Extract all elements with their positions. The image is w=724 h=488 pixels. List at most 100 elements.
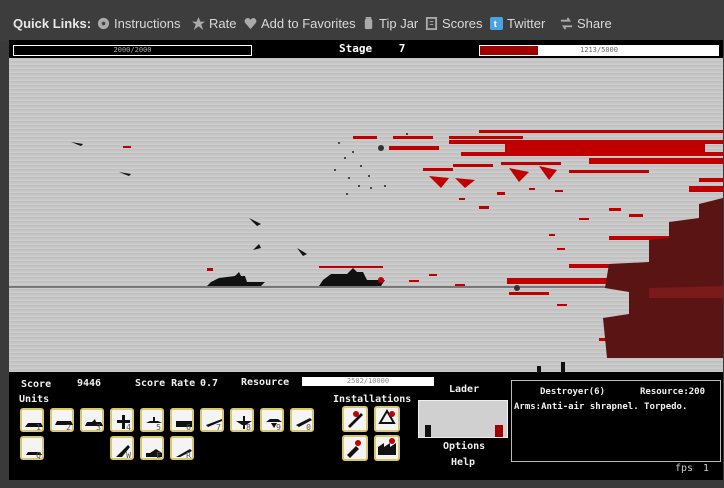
installations-label: Installations bbox=[333, 394, 412, 405]
twitter-link[interactable]: t Twitter bbox=[490, 16, 545, 31]
unit-slot-3[interactable]: 3 bbox=[80, 408, 104, 432]
unit-slot-6[interactable]: 6 bbox=[170, 408, 194, 432]
unit-slot-2[interactable]: 2 bbox=[50, 408, 74, 432]
submarine-periscope bbox=[561, 362, 565, 372]
share-label: Share bbox=[577, 16, 612, 31]
instructions-label: Instructions bbox=[114, 16, 181, 31]
enemy-aircraft bbox=[123, 146, 131, 148]
unit-hotkey: R bbox=[186, 451, 191, 460]
unit-icon bbox=[176, 449, 192, 457]
options-button[interactable]: Options bbox=[443, 441, 485, 452]
player-aircraft bbox=[249, 218, 261, 226]
add-to-favorites-label: Add to Favorites bbox=[261, 16, 356, 31]
rate-link[interactable]: Rate bbox=[192, 16, 236, 31]
enemy-fortress bbox=[603, 198, 723, 358]
installation-repair[interactable] bbox=[342, 406, 368, 432]
factory-icon bbox=[378, 438, 396, 455]
share-link[interactable]: Share bbox=[560, 16, 612, 31]
unit-hotkey: W bbox=[126, 451, 131, 460]
info-unit-name: Destroyer(6) bbox=[540, 387, 606, 397]
unit-hotkey: 5 bbox=[156, 423, 161, 432]
unit-slot-w[interactable]: W bbox=[110, 436, 134, 460]
add-to-favorites-link[interactable]: Add to Favorites bbox=[244, 16, 356, 31]
scores-link[interactable]: Scores bbox=[425, 16, 482, 31]
unit-hotkey: 8 bbox=[246, 423, 251, 432]
unit-hotkey: 6 bbox=[186, 423, 191, 432]
unit-hotkey: 7 bbox=[216, 423, 221, 432]
soccer-ball-icon bbox=[97, 17, 110, 30]
shell-impact bbox=[514, 285, 520, 291]
svg-text:t: t bbox=[494, 19, 497, 29]
unit-icon bbox=[296, 418, 312, 427]
unit-hotkey: 1 bbox=[36, 423, 41, 432]
shell-impact bbox=[378, 277, 384, 283]
quick-links-label: Quick Links: bbox=[13, 16, 92, 31]
player-aircraft bbox=[71, 142, 83, 146]
unit-icon bbox=[116, 445, 130, 457]
installation-recycle[interactable] bbox=[374, 406, 400, 432]
unit-icon bbox=[146, 449, 162, 457]
unit-icon bbox=[266, 419, 282, 428]
rate-label: Rate bbox=[209, 16, 237, 31]
instructions-link[interactable]: Instructions bbox=[97, 16, 180, 31]
player-destroyer bbox=[207, 272, 265, 286]
battlefield-scene bbox=[9, 130, 723, 372]
unit-hotkey: 9 bbox=[276, 423, 281, 432]
installation-factory[interactable] bbox=[374, 435, 400, 461]
unit-slot-9[interactable]: 9 bbox=[260, 408, 284, 432]
wrench-icon bbox=[347, 440, 361, 458]
unit-slot-1[interactable]: 1 bbox=[20, 408, 44, 432]
help-button[interactable]: Help bbox=[451, 457, 475, 468]
battlefield[interactable] bbox=[9, 58, 723, 372]
player-cruiser bbox=[319, 268, 385, 286]
unit-slot-q[interactable]: Q bbox=[20, 436, 44, 460]
share-icon bbox=[560, 17, 573, 30]
jar-icon bbox=[364, 17, 373, 30]
unit-hotkey: 0 bbox=[306, 423, 311, 432]
radar-view bbox=[425, 425, 503, 437]
unit-slot-5[interactable]: 5 bbox=[140, 408, 164, 432]
quick-links-bar: Quick Links: Instructions Rate Add to Fa… bbox=[0, 0, 724, 42]
tip-jar-link[interactable]: Tip Jar bbox=[362, 16, 418, 31]
flak-burst bbox=[334, 133, 408, 195]
unit-hotkey: 3 bbox=[96, 423, 101, 432]
scores-label: Scores bbox=[442, 16, 483, 31]
star-icon bbox=[192, 17, 205, 30]
enemy-hp-text: 1213/5000 bbox=[580, 46, 618, 54]
twitter-icon: t bbox=[490, 17, 503, 30]
player-cruiser-health bbox=[319, 266, 383, 268]
unit-info-box: Destroyer(6) Resource:200 Arms:Anti-air … bbox=[511, 380, 721, 462]
resource-bar: 2502/10000 bbox=[302, 377, 434, 386]
twitter-label: Twitter bbox=[507, 16, 546, 31]
unit-icon bbox=[236, 416, 252, 429]
unit-slot-e[interactable]: E bbox=[140, 436, 164, 460]
unit-icon bbox=[176, 421, 192, 427]
unit-slot-r[interactable]: R bbox=[170, 436, 194, 460]
unit-icon bbox=[85, 419, 103, 426]
resource-label: Resource bbox=[241, 377, 290, 388]
enemy-fortress-wall bbox=[649, 286, 723, 298]
unit-slot-4[interactable]: 4 bbox=[110, 408, 134, 432]
score-rate-label: Score Rate bbox=[135, 378, 196, 389]
fps-value: 1 bbox=[703, 463, 710, 474]
radar-minimap[interactable] bbox=[418, 400, 508, 438]
resource-text: 2502/10000 bbox=[346, 377, 390, 385]
score-rate-value: 0.7 bbox=[200, 378, 219, 389]
repair-wrench-icon bbox=[348, 411, 363, 428]
stage-indicator: Stage 7 bbox=[339, 42, 405, 55]
stage-label: Stage bbox=[339, 42, 373, 55]
score-value: 9446 bbox=[77, 378, 102, 389]
unit-icon bbox=[146, 417, 162, 423]
lader-label: Lader bbox=[449, 384, 480, 395]
enemy-hp-bar: 1213/5000 bbox=[479, 45, 719, 56]
unit-slot-7[interactable]: 7 bbox=[200, 408, 224, 432]
stage-value: 7 bbox=[398, 42, 406, 55]
info-resource: Resource:200 bbox=[640, 387, 706, 397]
info-arms: Arms:Anti-air shrapnel. Torpedo. bbox=[514, 402, 688, 412]
unit-hotkey: Q bbox=[36, 451, 41, 460]
installation-wrench[interactable] bbox=[342, 435, 368, 461]
control-panel: Score 9446 Score Rate 0.7 Resource 2502/… bbox=[9, 372, 723, 480]
unit-slot-0[interactable]: 0 bbox=[290, 408, 314, 432]
unit-slot-8[interactable]: 8 bbox=[230, 408, 254, 432]
player-aircraft bbox=[119, 172, 131, 176]
